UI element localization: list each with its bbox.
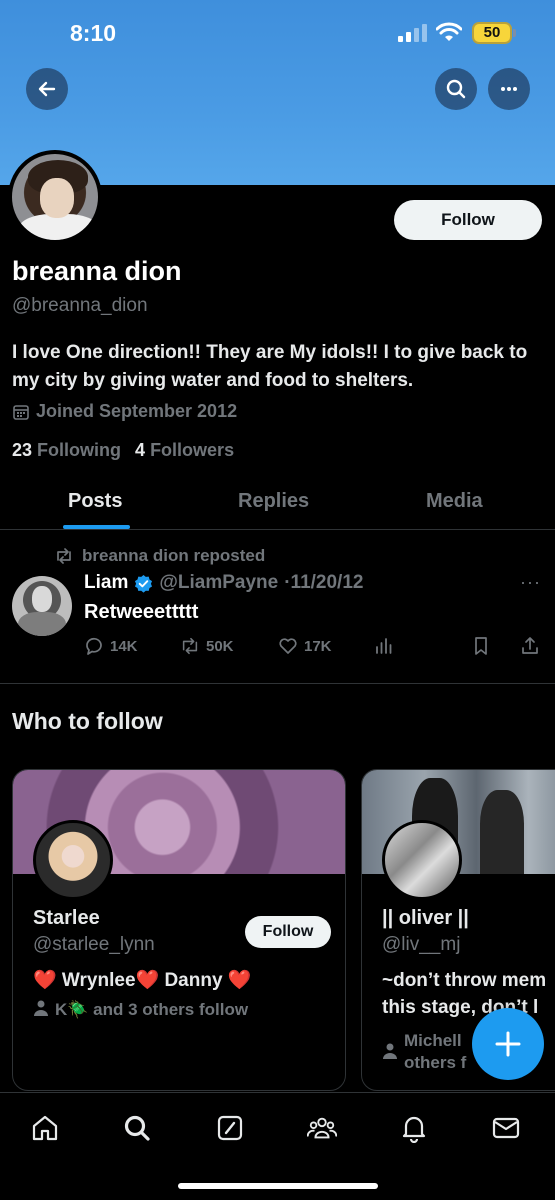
reply-button[interactable]: 14K [84, 636, 138, 656]
nav-communities[interactable] [307, 1113, 337, 1143]
heart-icon [279, 638, 297, 654]
back-button[interactable] [26, 68, 68, 110]
suggestion-name[interactable]: || oliver || [382, 907, 469, 930]
battery-cap [513, 29, 516, 37]
calendar-icon [13, 404, 29, 420]
plus-icon [495, 1031, 521, 1057]
joined-date: Joined September 2012 [12, 401, 237, 422]
reply-icon [86, 637, 102, 655]
messages-icon [492, 1117, 520, 1139]
nav-compose[interactable] [215, 1113, 245, 1143]
suggestion-name[interactable]: Starlee [33, 907, 100, 930]
profile-handle: @breanna_dion [12, 295, 148, 316]
analytics-icon [376, 638, 392, 654]
tab-replies[interactable]: Replies [238, 490, 309, 513]
nav-home[interactable] [30, 1113, 60, 1143]
person-icon [383, 1043, 397, 1059]
tweet-more-icon[interactable]: ··· [520, 572, 541, 593]
search-icon [124, 1115, 150, 1141]
status-bar: 8:10 50 [0, 18, 555, 48]
repost-indicator: breanna dion reposted [54, 546, 265, 566]
profile-stats: 23 Following 4 Followers [12, 440, 234, 461]
suggestion-avatar[interactable] [33, 820, 113, 900]
follow-button[interactable]: Follow [394, 200, 542, 240]
suggestion-followed-by: K🪲 and 3 others follow [33, 999, 248, 1021]
share-button[interactable] [520, 636, 540, 656]
person-icon [34, 1000, 48, 1016]
home-indicator [178, 1183, 378, 1189]
verified-badge-icon [135, 574, 153, 593]
status-time: 8:10 [70, 20, 117, 46]
nav-search[interactable] [122, 1113, 152, 1143]
arrow-left-icon [38, 81, 56, 97]
tweet-author-name[interactable]: Liam [84, 572, 128, 594]
notifications-icon [402, 1116, 426, 1143]
tweet-header: Liam @LiamPayne ·11/20/12 [84, 572, 363, 594]
suggestion-handle: @starlee_lynn [33, 934, 155, 955]
suggestion-card[interactable]: Starlee @starlee_lynn Follow ❤️ Wrynlee❤… [12, 769, 346, 1091]
battery-icon: 50 [472, 22, 512, 44]
repost-icon [182, 637, 198, 655]
profile-avatar[interactable] [8, 150, 102, 244]
tab-posts[interactable]: Posts [68, 490, 122, 513]
active-tab-indicator [63, 525, 130, 529]
profile-name: breanna dion [12, 256, 182, 286]
compose-fab-button[interactable] [472, 1008, 544, 1080]
joined-text: Joined September 2012 [36, 401, 238, 421]
tweet-actions: 14K 50K 17K [84, 636, 544, 658]
home-icon [32, 1115, 58, 1141]
tweet-author-handle[interactable]: @LiamPayne [159, 572, 278, 594]
like-button[interactable]: 17K [278, 636, 332, 656]
suggestion-bio: ~don’t throw mem this stage, don’t l [382, 970, 547, 1018]
search-button[interactable] [435, 68, 477, 110]
share-icon [522, 637, 538, 654]
tweet-text: Retweeettttt [84, 601, 199, 623]
compose-icon [217, 1115, 243, 1141]
cellular-signal-icon [398, 24, 427, 42]
section-divider [0, 683, 555, 684]
repost-button[interactable]: 50K [180, 636, 234, 656]
profile-tabs: Posts Replies Media [0, 474, 555, 530]
suggestion-handle: @liv__mj [382, 934, 461, 955]
tab-media[interactable]: Media [426, 490, 483, 513]
search-icon [446, 79, 466, 99]
suggestion-bio: ❤️ Wrynlee❤️ Danny ❤️ [33, 970, 252, 991]
wifi-icon [436, 22, 462, 41]
views-button[interactable] [374, 636, 394, 656]
followers-link[interactable]: 4 Followers [135, 440, 234, 460]
tweet-author-avatar[interactable] [12, 576, 72, 636]
repost-icon [57, 548, 71, 564]
more-horizontal-icon [501, 87, 517, 91]
suggestion-avatar[interactable] [382, 820, 462, 900]
nav-notifications[interactable] [399, 1113, 429, 1143]
nav-messages[interactable] [491, 1113, 521, 1143]
tweet-date: ·11/20/12 [284, 572, 364, 593]
bookmark-button[interactable] [471, 636, 491, 656]
suggestion-follow-button[interactable]: Follow [245, 916, 331, 948]
more-options-button[interactable] [488, 68, 530, 110]
who-to-follow-title: Who to follow [12, 708, 163, 734]
profile-bio: I love One direction!! They are My idols… [12, 342, 528, 391]
following-link[interactable]: 23 Following [12, 440, 121, 460]
bookmark-icon [475, 637, 487, 655]
communities-icon [307, 1117, 337, 1139]
